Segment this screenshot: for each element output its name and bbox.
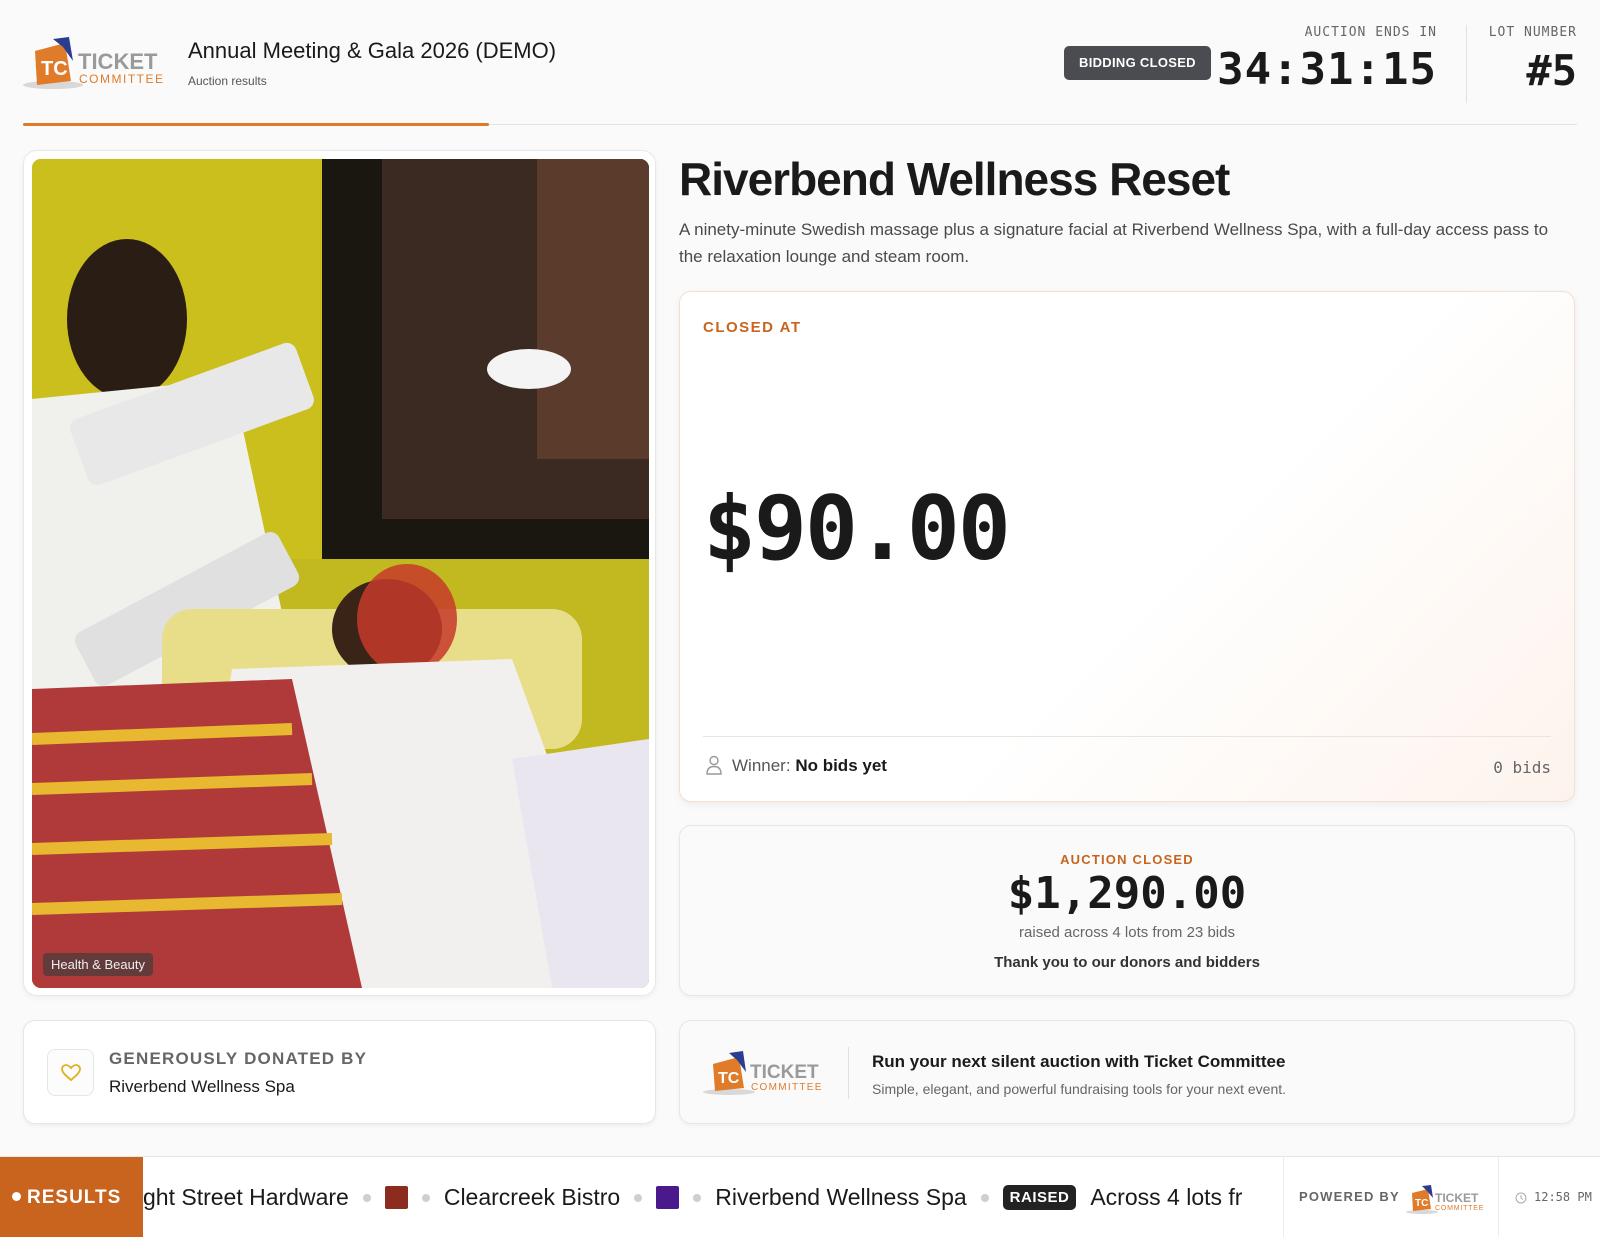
ticker-separator [634,1193,643,1202]
item-title: Riverbend Wellness Reset [679,153,1230,205]
ticket-committee-logo: TC TICKET COMMITTEE [1406,1185,1484,1214]
item-description: A ninety-minute Swedish massage plus a s… [679,220,1549,266]
ticker-item-thumbnail [656,1186,680,1209]
results-tag-label: RESULTS [27,1187,122,1208]
total-raised-amount: $1,290.00 [1007,868,1247,919]
powered-by-label: POWERED BY [1299,1189,1400,1204]
winner-value: No bids yet [795,756,887,775]
powered-by[interactable]: POWERED BY TC TICKET COMMITTEE [1283,1157,1498,1237]
ticker-item-name: ght Street Hardware [143,1184,349,1210]
thank-you-message: Thank you to our donors and bidders [994,954,1260,971]
ticker-item-name: Riverbend Wellness Spa [715,1184,967,1210]
ticker-separator [421,1193,430,1202]
donor-label: GENEROUSLY DONATED BY [109,1049,368,1068]
ticker-item-name: Clearcreek Bistro [443,1184,621,1210]
closed-at-label: CLOSED AT [703,319,802,336]
promo-card[interactable]: TC TICKET COMMITTEE Run your next silent… [679,1020,1575,1124]
heart-icon-box [47,1049,94,1096]
lot-number-label: LOT NUMBER [1488,25,1577,40]
auction-summary-card: AUCTION CLOSED $1,290.00 raised across 4… [679,825,1575,996]
auction-closed-label: AUCTION CLOSED [1060,852,1194,867]
header-divider [1466,25,1467,103]
promo-title: Run your next silent auction with Ticket… [872,1052,1286,1071]
logo-word-ticket: TICKET [78,49,158,74]
ticker-separator [362,1193,371,1202]
closing-price-card: CLOSED AT $90.00 Winner: No bids yet 0 b… [679,291,1575,802]
logo-monogram: TC [1415,1198,1428,1209]
item-image-card: Health & Beauty [23,150,656,996]
lot-number: #5 [1526,46,1577,95]
user-icon [706,755,722,775]
winner-info: Winner: No bids yet [706,755,887,776]
bid-count: 0 bids [1493,758,1551,777]
ticket-committee-logo: TC TICKET COMMITTEE [703,1051,823,1095]
bidding-status-badge: BIDDING CLOSED [1064,46,1211,80]
category-tag: Health & Beauty [43,953,153,976]
ticker-separator [980,1193,989,1202]
item-photo: Health & Beauty [32,159,649,988]
logo-word-committee: COMMITTEE [751,1082,823,1093]
event-title: Annual Meeting & Gala 2026 (DEMO) [188,38,557,63]
ticker-items: ght Street Hardware Clearcreek Bistro Ri… [143,1157,1242,1237]
promo-divider [848,1047,849,1099]
results-tag: RESULTS [0,1157,143,1237]
header: TC TICKET COMMITTEE Annual Meeting & Gal… [23,0,1577,126]
event-subtitle: Auction results [188,74,267,88]
logo-word-ticket: TICKET [1435,1191,1479,1205]
winner-label: Winner: [732,756,791,775]
countdown-timer: 34:31:15 [1217,44,1437,95]
clock-time: 12:58 PM [1534,1190,1592,1204]
auction-ends-label: AUCTION ENDS IN [1304,25,1437,40]
logo-word-committee: COMMITTEE [1435,1205,1484,1212]
price-divider [703,736,1551,737]
logo-monogram: TC [718,1070,740,1087]
ticker-track: ght Street Hardware Clearcreek Bistro Ri… [143,1157,1283,1237]
ticker-raised-text: Across 4 lots fr [1090,1184,1243,1210]
promo-subtitle: Simple, elegant, and powerful fundraisin… [872,1081,1287,1097]
ticket-committee-logo: TC TICKET COMMITTEE [23,37,165,89]
live-dot-icon [12,1192,21,1201]
clock: 12:58 PM [1498,1157,1600,1237]
progress-bar [23,123,490,126]
logo-word-ticket: TICKET [750,1062,819,1083]
logo-word-committee: COMMITTEE [79,72,165,86]
heart-icon [61,1064,81,1082]
results-ticker: RESULTS ght Street Hardware Clearcreek B… [0,1156,1600,1237]
donor-name: Riverbend Wellness Spa [109,1077,295,1096]
total-raised-subtext: raised across 4 lots from 23 bids [1019,924,1235,941]
clock-icon [1515,1192,1527,1204]
logo-monogram: TC [41,58,68,80]
ticker-item-thumbnail [384,1186,408,1209]
raised-badge: RAISED [1002,1185,1077,1210]
closing-price: $90.00 [703,477,1011,580]
donor-card: GENEROUSLY DONATED BY Riverbend Wellness… [23,1020,656,1124]
spa-photo-illustration [32,159,649,988]
ticker-separator [693,1193,702,1202]
